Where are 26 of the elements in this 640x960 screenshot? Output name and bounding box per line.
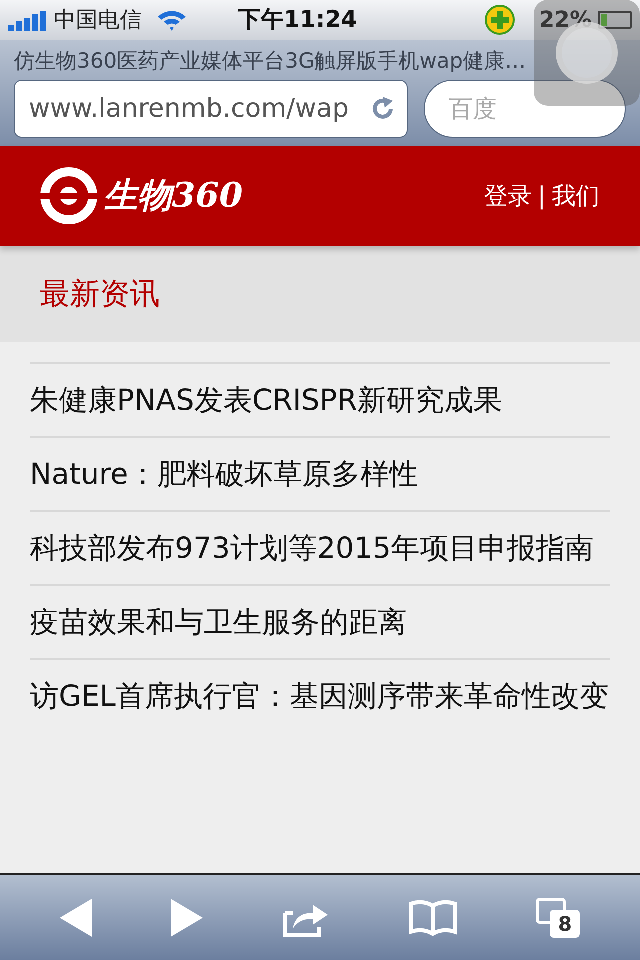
tab-count: 8 bbox=[550, 910, 580, 938]
news-item[interactable]: 科技部发布973计划等2015年项目申报指南 bbox=[30, 510, 610, 584]
battery-percent: 22% bbox=[539, 6, 592, 34]
assistive-touch-button[interactable] bbox=[534, 0, 640, 106]
news-item[interactable]: Nature：肥料破坏草原多样性 bbox=[30, 436, 610, 510]
news-item[interactable]: 疫苗效果和与卫生服务的距离 bbox=[30, 584, 610, 658]
section-title: 最新资讯 bbox=[40, 276, 160, 314]
plus-icon bbox=[485, 5, 516, 35]
back-icon[interactable] bbox=[60, 898, 92, 936]
separator-text: | bbox=[538, 181, 546, 212]
nav-link[interactable]: 登录 bbox=[484, 178, 532, 214]
logo-icon bbox=[40, 167, 98, 225]
nav-link[interactable]: 我们 bbox=[552, 178, 600, 214]
url-text: www.lanrenmb.com/wap bbox=[29, 92, 350, 126]
news-item[interactable]: 朱健康PNAS发表CRISPR新研究成果 bbox=[30, 362, 610, 436]
signal-icon bbox=[8, 9, 48, 31]
news-item[interactable]: 访GEL首席执行官：基因测序带来革命性改变 bbox=[30, 658, 610, 732]
address-field[interactable]: www.lanrenmb.com/wap bbox=[14, 80, 408, 138]
forward-icon[interactable] bbox=[171, 898, 204, 936]
carrier-text: 中国电信 bbox=[54, 6, 142, 34]
placeholder-text: 百度 bbox=[449, 94, 497, 125]
page-title: 仿生物360医药产业媒体平台3G触屏版手机wap健康… bbox=[13, 48, 528, 74]
clock-text: 下午11:24 bbox=[238, 6, 358, 35]
bookmarks-icon[interactable] bbox=[408, 900, 457, 936]
logo-text: 生物360 bbox=[104, 174, 243, 218]
battery-icon bbox=[598, 11, 632, 29]
